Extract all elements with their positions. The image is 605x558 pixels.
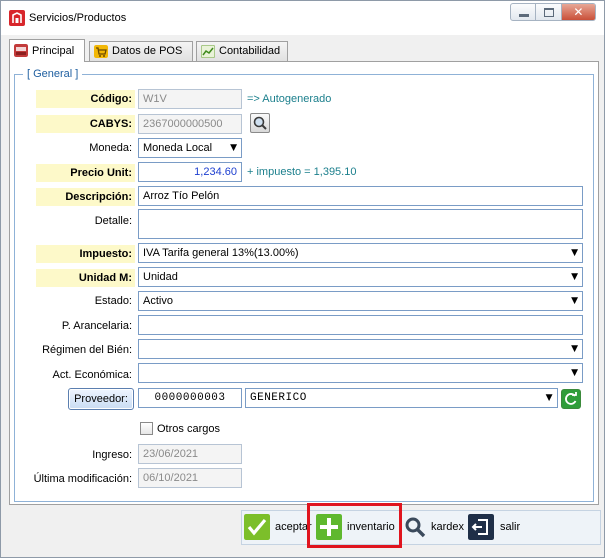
otros-cargos-checkbox[interactable] [140, 422, 153, 435]
chevron-down-icon: ▼ [571, 296, 578, 306]
app-icon [9, 10, 25, 26]
cabys-field[interactable]: 2367000000500 [138, 114, 242, 134]
unidad-select[interactable]: Unidad ▼ [138, 267, 583, 287]
window-title: Servicios/Productos [29, 12, 127, 24]
aceptar-button[interactable]: aceptar [244, 514, 312, 542]
product-window: Servicios/Productos ✕ Principal Datos de… [0, 0, 605, 558]
moneda-label: Moneda: [89, 142, 132, 154]
group-title: [ General ] [23, 68, 83, 80]
actividad-label: Act. Económica: [52, 369, 132, 381]
kardex-label: kardex [431, 521, 465, 533]
tab-contabilidad[interactable]: Contabilidad [196, 41, 288, 61]
close-button[interactable]: ✕ [561, 4, 595, 20]
impuesto-select[interactable]: IVA Tarifa general 13%(13.00%) ▼ [138, 243, 583, 263]
chevron-down-icon: ▼ [571, 248, 578, 258]
minimize-button[interactable] [511, 4, 537, 20]
maximize-icon [544, 8, 555, 17]
actividad-select[interactable]: ▼ [138, 363, 583, 383]
descripcion-field[interactable]: Arroz Tío Pelón [138, 186, 583, 206]
chart-icon [201, 45, 215, 58]
refresh-icon [565, 392, 577, 405]
cabys-search-button[interactable] [250, 113, 270, 133]
impuesto-value: IVA Tarifa general 13%(13.00%) [143, 247, 299, 259]
close-icon: ✕ [573, 5, 584, 19]
check-icon [244, 514, 270, 540]
chevron-down-icon: ▼ [571, 368, 578, 378]
precio-hint: + impuesto = 1,395.10 [247, 166, 357, 178]
tab-label: Principal [32, 45, 75, 57]
otros-cargos-label: Otros cargos [157, 423, 220, 435]
proveedor-button[interactable]: Proveedor: [68, 388, 134, 410]
proveedor-name: GENERICO [250, 392, 307, 404]
cabys-label: CABYS: [36, 115, 135, 133]
tab-datos-pos[interactable]: Datos de POS [89, 41, 193, 61]
proveedor-code-field[interactable]: 0000000003 [138, 388, 242, 408]
chevron-down-icon: ▼ [230, 143, 237, 153]
pos-cart-icon [94, 45, 108, 58]
chevron-down-icon: ▼ [571, 272, 578, 282]
register-icon [14, 44, 28, 57]
detalle-label: Detalle: [94, 215, 132, 227]
search-icon [405, 517, 426, 538]
search-icon [253, 116, 267, 130]
tab-principal[interactable]: Principal [9, 39, 85, 62]
proveedor-select[interactable]: GENERICO ▼ [245, 388, 558, 408]
moneda-select[interactable]: Moneda Local ▼ [138, 138, 242, 158]
salir-button[interactable]: salir [468, 514, 524, 542]
minimize-icon [519, 14, 529, 17]
unidad-value: Unidad [143, 271, 178, 283]
tab-label: Datos de POS [112, 45, 183, 57]
precio-field[interactable]: 1,234.60 [138, 162, 242, 182]
regimen-label: Régimen del Bién: [42, 344, 132, 356]
exit-icon [468, 514, 494, 540]
inventario-highlight-box [307, 503, 402, 548]
unidad-label: Unidad M: [36, 269, 135, 287]
codigo-label: Código: [36, 90, 135, 108]
precio-label: Precio Unit: [36, 164, 135, 182]
chevron-down-icon: ▼ [571, 344, 578, 354]
kardex-button[interactable]: kardex [402, 514, 466, 542]
modificacion-label: Última modificación: [33, 473, 132, 485]
modificacion-field[interactable]: 06/10/2021 [138, 468, 242, 488]
window-controls: ✕ [510, 3, 596, 21]
detalle-field[interactable] [138, 209, 583, 239]
title-bar: Servicios/Productos ✕ [1, 1, 604, 35]
codigo-hint: => Autogenerado [247, 93, 332, 105]
salir-label: salir [500, 521, 521, 533]
arancelaria-field[interactable] [138, 315, 583, 335]
ingreso-label: Ingreso: [92, 449, 132, 461]
maximize-button[interactable] [536, 4, 562, 20]
estado-select[interactable]: Activo ▼ [138, 291, 583, 311]
action-bar: aceptar inventario kardex salir [241, 510, 601, 545]
codigo-field[interactable]: W1V [138, 89, 242, 109]
tab-label: Contabilidad [219, 45, 281, 57]
estado-label: Estado: [94, 295, 132, 307]
arancelaria-label: P. Arancelaria: [61, 320, 132, 332]
proveedor-refresh-button[interactable] [561, 389, 581, 409]
descripcion-label: Descripción: [36, 188, 135, 206]
regimen-select[interactable]: ▼ [138, 339, 583, 359]
estado-value: Activo [143, 295, 173, 307]
impuesto-label: Impuesto: [36, 245, 135, 263]
ingreso-field[interactable]: 23/06/2021 [138, 444, 242, 464]
moneda-value: Moneda Local [143, 142, 213, 154]
chevron-down-icon: ▼ [545, 393, 553, 403]
